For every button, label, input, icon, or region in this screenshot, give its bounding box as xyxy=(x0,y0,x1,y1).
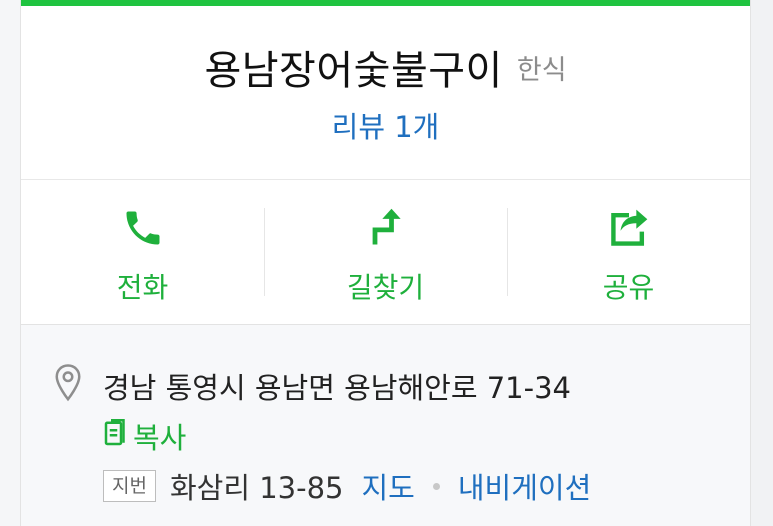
page-background xyxy=(0,0,20,526)
separator-dot xyxy=(432,482,440,490)
location-pin-icon xyxy=(53,363,83,403)
share-button[interactable]: 공유 xyxy=(507,180,750,324)
share-label: 공유 xyxy=(602,271,655,304)
map-link[interactable]: 지도 xyxy=(362,465,415,507)
jibun-address-row: 지번 화삼리 13-85 지도 내비게이션 xyxy=(103,465,591,507)
copy-icon xyxy=(103,419,129,453)
navigation-link[interactable]: 내비게이션 xyxy=(458,465,591,507)
address-section: 경남 통영시 용남면 용남해안로 71-34 복사 지번 화삼리 13-85 지… xyxy=(21,325,750,526)
directions-button[interactable]: 길찾기 xyxy=(264,180,507,324)
phone-icon xyxy=(121,206,165,250)
directions-label: 길찾기 xyxy=(346,271,425,304)
place-name: 용남장어숯불구이 xyxy=(204,48,503,94)
action-bar: 전화 길찾기 공유 xyxy=(21,180,750,325)
jibun-address: 화삼리 13-85 xyxy=(169,471,344,505)
share-icon xyxy=(607,206,651,250)
copy-label: 복사 xyxy=(133,421,187,455)
directions-icon xyxy=(364,206,408,250)
call-label: 전화 xyxy=(116,271,169,304)
title-row: 용남장어숯불구이 한식 xyxy=(21,38,750,96)
call-button[interactable]: 전화 xyxy=(21,180,264,324)
review-count-link[interactable]: 리뷰 1개 xyxy=(21,104,750,146)
place-card: 용남장어숯불구이한식 리뷰 1개 전화 길찾기 공유 경남 통영시 용남면 용 xyxy=(20,0,751,526)
jibun-badge: 지번 xyxy=(103,470,156,502)
road-address: 경남 통영시 용남면 용남해안로 71-34 xyxy=(103,371,571,405)
place-header: 용남장어숯불구이 한식 리뷰 1개 xyxy=(21,6,750,180)
copy-address-button[interactable]: 복사 xyxy=(103,415,186,457)
place-category: 한식 xyxy=(516,54,567,86)
